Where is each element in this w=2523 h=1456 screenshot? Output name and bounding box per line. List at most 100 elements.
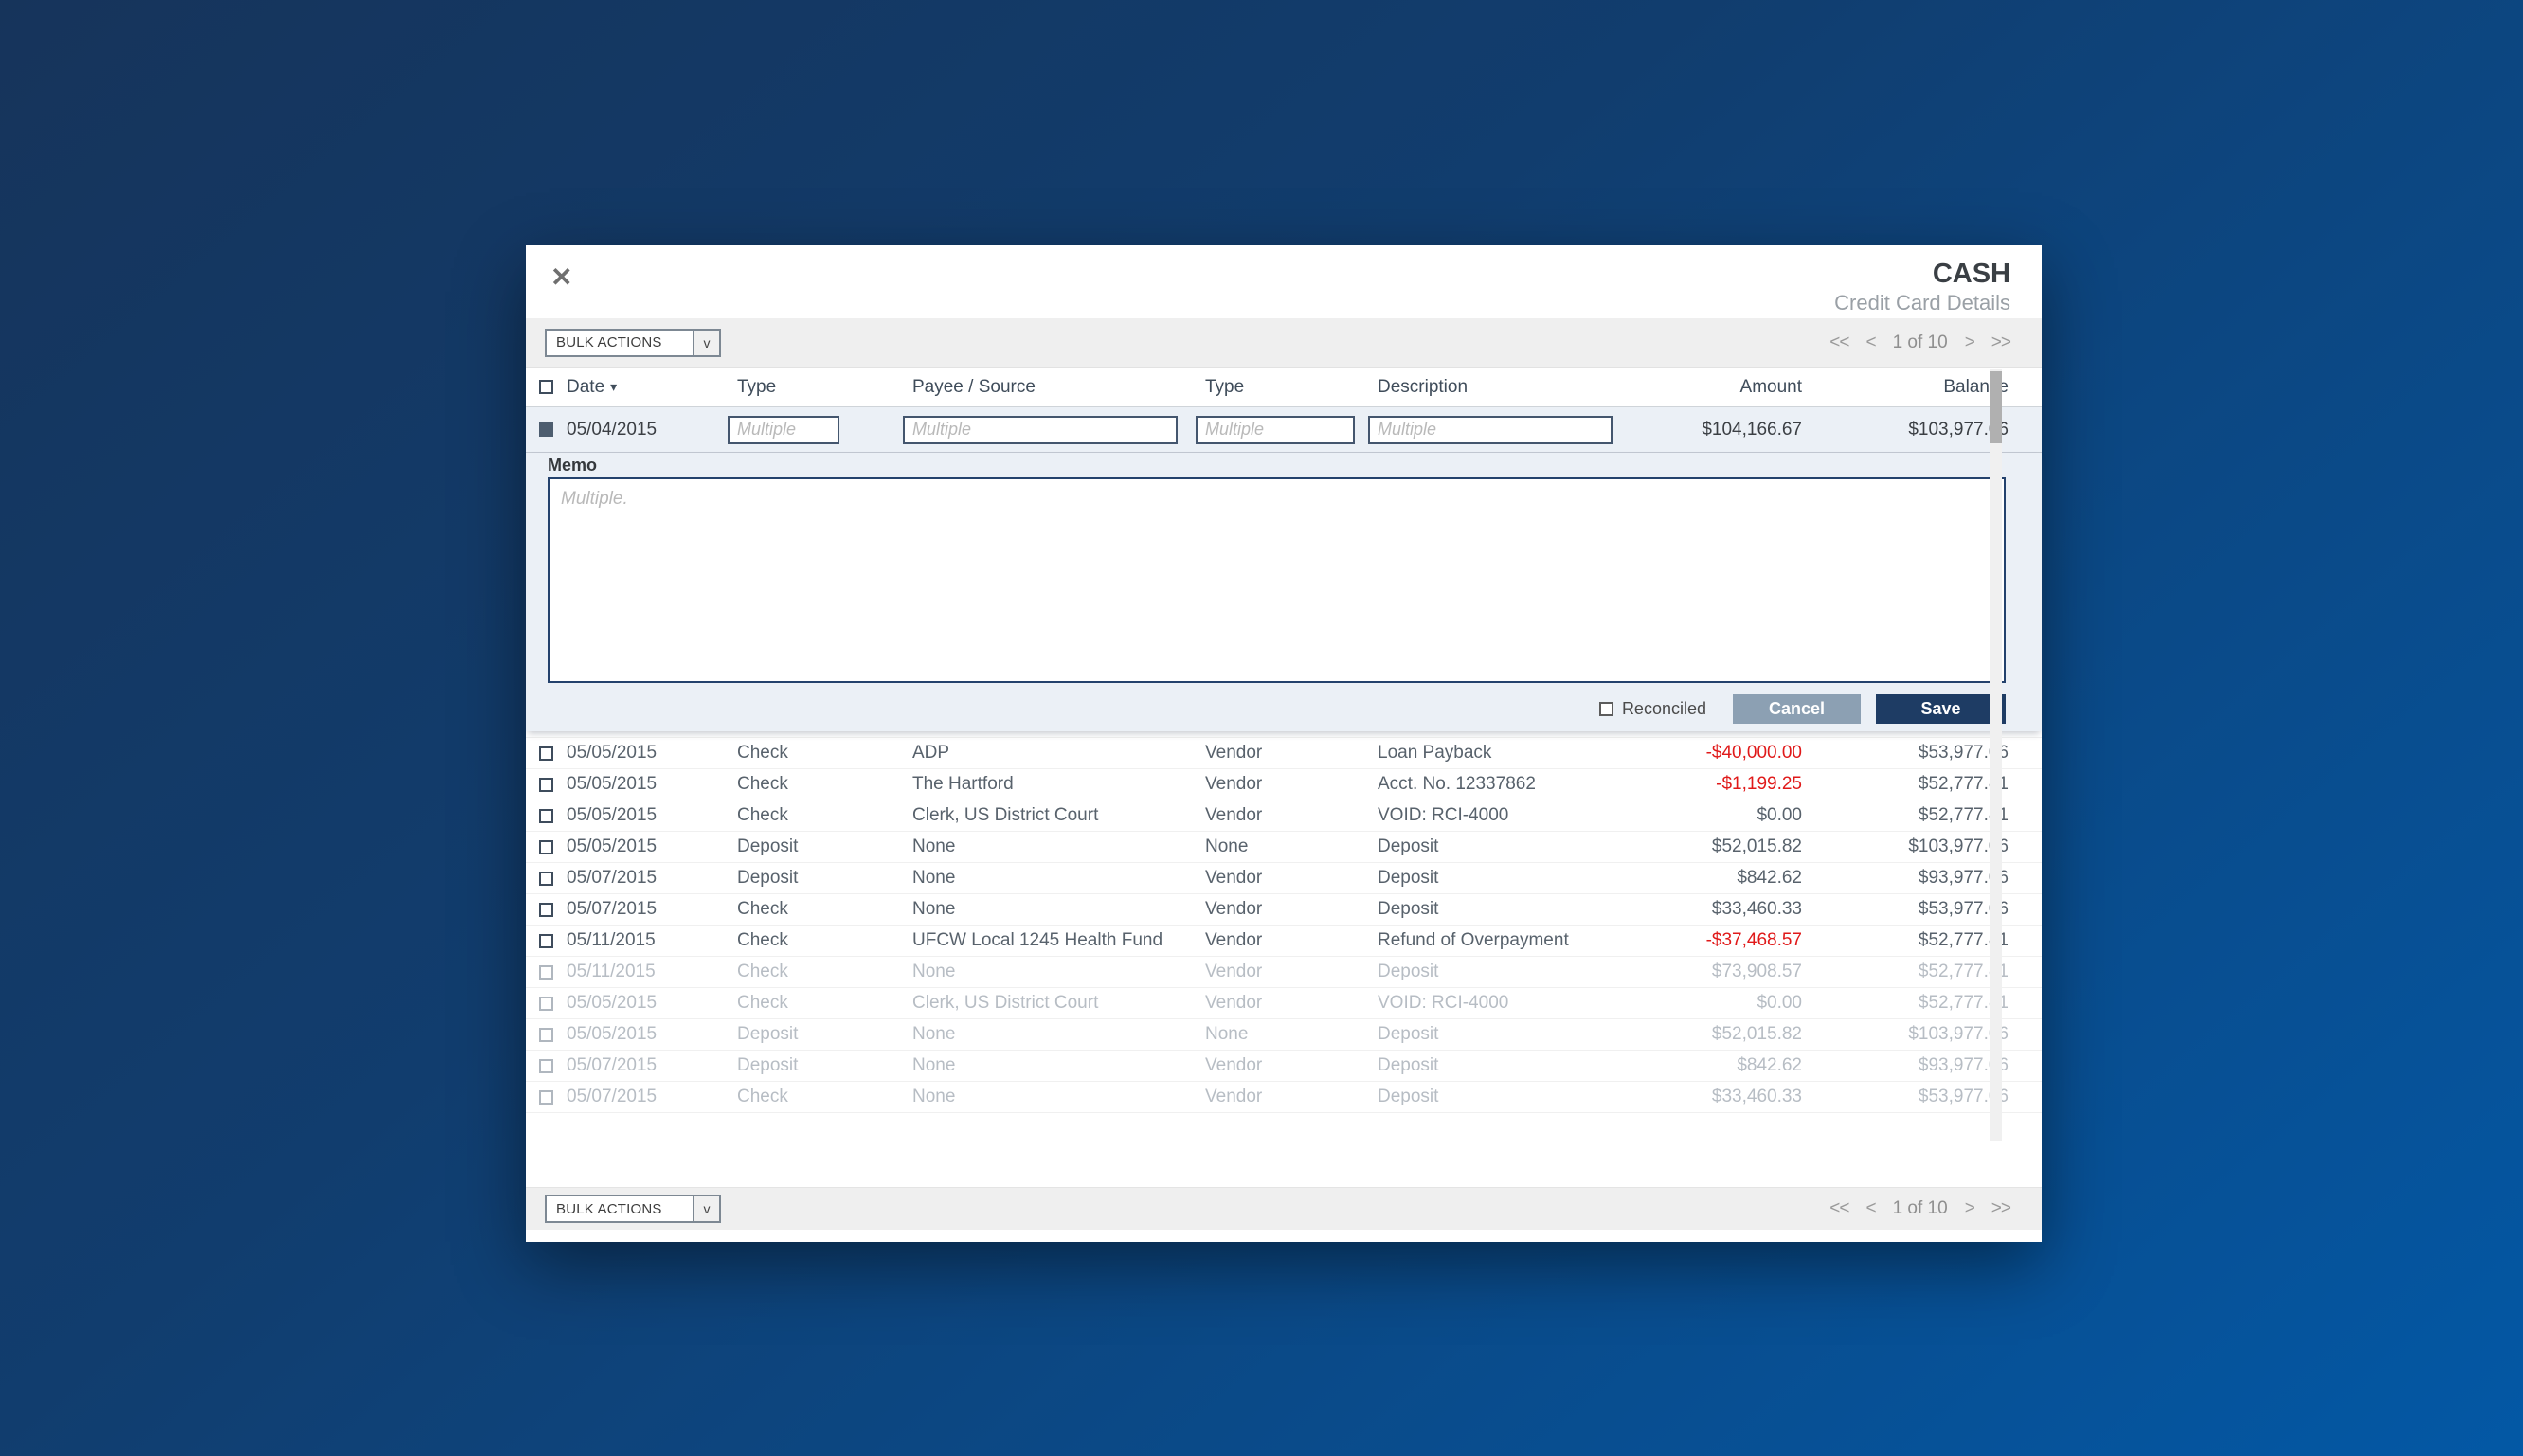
row-balance: $53,977.06 [1802,899,2009,920]
column-header-description: Description [1378,377,1615,398]
table-row[interactable]: 05/05/2015 Check ADP Vendor Loan Payback… [526,738,2042,769]
row-date: 05/11/2015 [567,930,737,951]
row-payee-source: None [912,899,1205,920]
edit-panel: Memo Reconciled Cancel Save [526,453,2042,731]
prev-page-button[interactable]: < [1865,333,1875,353]
row-amount: $33,460.33 [1615,1087,1802,1107]
table-row[interactable]: 05/07/2015 Deposit None Vendor Deposit $… [526,863,2042,894]
next-page-button[interactable]: > [1965,1198,1974,1219]
row-type2: None [1205,836,1378,857]
row-date: 05/05/2015 [567,774,737,795]
row-payee-source: None [912,1024,1205,1045]
credit-card-details-modal: ✕ CASH Credit Card Details BULK ACTIONS … [526,245,2042,1242]
table-row[interactable]: 05/11/2015 Check None Vendor Deposit $73… [526,957,2042,988]
row-date: 05/07/2015 [567,899,737,920]
row-checkbox[interactable] [539,1090,553,1105]
table-row[interactable]: 05/11/2015 Check UFCW Local 1245 Health … [526,926,2042,957]
row-payee-source: The Hartford [912,774,1205,795]
modal-subtitle: Credit Card Details [1834,290,2010,316]
last-page-button[interactable]: >> [1991,333,2010,353]
table-row[interactable]: 05/05/2015 Check Clerk, US District Cour… [526,988,2042,1019]
row-amount: $52,015.82 [1615,836,1802,857]
row-date: 05/05/2015 [567,836,737,857]
column-header-type2: Type [1205,377,1378,398]
table-row[interactable]: 05/07/2015 Check None Vendor Deposit $33… [526,1082,2042,1113]
row-type2: Vendor [1205,743,1378,764]
scrollbar-thumb[interactable] [1990,371,2002,443]
bulk-actions-dropdown[interactable]: BULK ACTIONS v [545,329,721,357]
row-date: 05/07/2015 [567,1055,737,1076]
row-description: VOID: RCI-4000 [1378,993,1615,1014]
memo-textarea[interactable] [548,477,2006,683]
row-date: 05/05/2015 [567,743,737,764]
payee-source-input[interactable] [903,416,1178,444]
close-icon[interactable]: ✕ [550,264,572,291]
edit-row-checkbox[interactable] [539,422,553,437]
first-page-button[interactable]: << [1829,1198,1848,1219]
prev-page-button[interactable]: < [1865,1198,1875,1219]
description-input[interactable] [1368,416,1613,444]
row-checkbox[interactable] [539,872,553,886]
row-description: Deposit [1378,1087,1615,1107]
row-date: 05/05/2015 [567,993,737,1014]
type2-input[interactable] [1196,416,1355,444]
table-row[interactable]: 05/05/2015 Deposit None None Deposit $52… [526,832,2042,863]
row-checkbox[interactable] [539,809,553,823]
row-amount: $33,460.33 [1615,899,1802,920]
edit-row-amount: $104,166.67 [1615,420,1802,440]
row-amount: -$1,199.25 [1615,774,1802,795]
reconciled-checkbox[interactable] [1599,702,1613,716]
row-description: Deposit [1378,899,1615,920]
table-row[interactable]: 05/07/2015 Deposit None Vendor Deposit $… [526,1051,2042,1082]
type-input[interactable] [728,416,839,444]
row-type2: Vendor [1205,899,1378,920]
row-checkbox[interactable] [539,997,553,1011]
row-type2: Vendor [1205,930,1378,951]
table-row[interactable]: 05/07/2015 Check None Vendor Deposit $33… [526,894,2042,926]
row-payee-source: None [912,868,1205,889]
row-checkbox[interactable] [539,1059,553,1073]
row-date: 05/05/2015 [567,1024,737,1045]
row-description: Deposit [1378,868,1615,889]
row-type2: Vendor [1205,993,1378,1014]
row-date: 05/05/2015 [567,805,737,826]
column-header-date[interactable]: Date▾ [567,377,737,398]
row-type: Deposit [737,1024,912,1045]
cancel-button[interactable]: Cancel [1733,694,1861,724]
row-checkbox[interactable] [539,934,553,948]
modal-header: ✕ CASH Credit Card Details [526,245,2042,318]
row-type2: Vendor [1205,1087,1378,1107]
select-all-checkbox[interactable] [539,380,553,394]
row-checkbox[interactable] [539,965,553,980]
row-amount: -$40,000.00 [1615,743,1802,764]
row-checkbox[interactable] [539,1028,553,1042]
save-button[interactable]: Save [1876,694,2006,724]
next-page-button[interactable]: > [1965,333,1974,353]
row-type2: Vendor [1205,805,1378,826]
table-row[interactable]: 05/05/2015 Check Clerk, US District Cour… [526,800,2042,832]
row-checkbox[interactable] [539,840,553,854]
row-checkbox[interactable] [539,778,553,792]
row-balance: $103,977.06 [1802,1024,2009,1045]
first-page-button[interactable]: << [1829,333,1848,353]
row-description: Deposit [1378,1055,1615,1076]
bulk-actions-dropdown-bottom[interactable]: BULK ACTIONS v [545,1195,721,1223]
table-scrollbar[interactable] [1990,369,2002,1141]
row-description: Deposit [1378,962,1615,982]
row-balance: $52,777.81 [1802,930,2009,951]
table-row[interactable]: 05/05/2015 Deposit None None Deposit $52… [526,1019,2042,1051]
row-amount: $73,908.57 [1615,962,1802,982]
table-row[interactable]: 05/05/2015 Check The Hartford Vendor Acc… [526,769,2042,800]
title-block: CASH Credit Card Details [1834,259,2010,316]
row-amount: $52,015.82 [1615,1024,1802,1045]
row-checkbox[interactable] [539,903,553,917]
row-description: Refund of Overpayment [1378,930,1615,951]
bottom-toolbar: BULK ACTIONS v << < 1 of 10 > >> [526,1187,2042,1230]
row-balance: $53,977.06 [1802,743,2009,764]
row-payee-source: None [912,962,1205,982]
dropdown-arrow-icon: v [693,1196,719,1221]
panel-actions: Reconciled Cancel Save [1599,694,2006,724]
last-page-button[interactable]: >> [1991,1198,2010,1219]
row-checkbox[interactable] [539,746,553,761]
memo-label: Memo [548,456,597,476]
